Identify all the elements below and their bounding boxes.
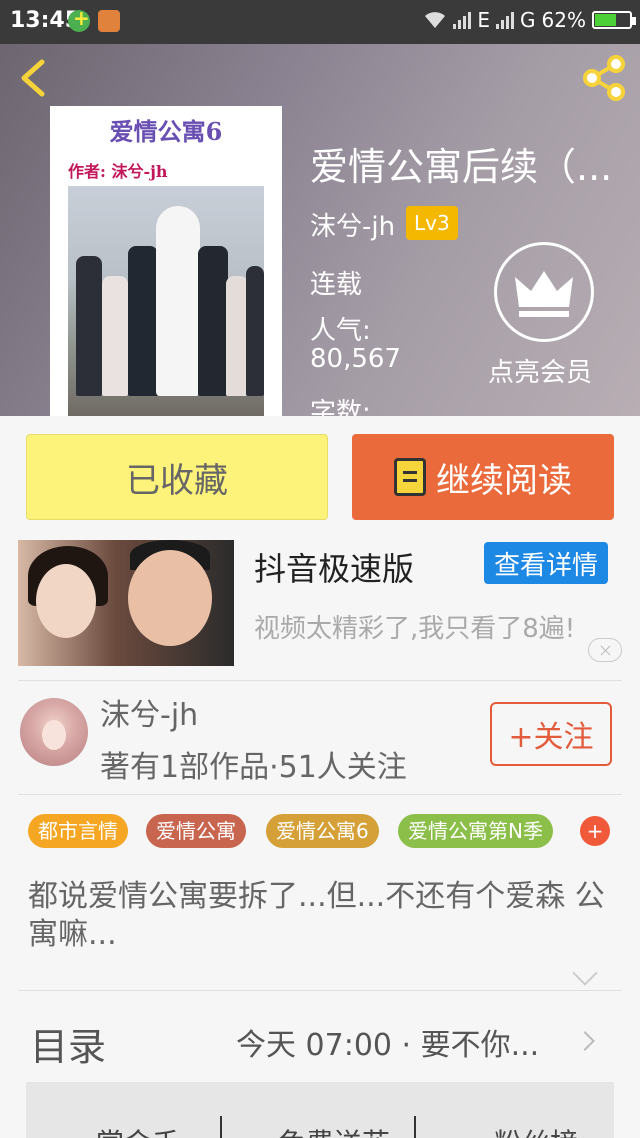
popularity-value: 80,567: [310, 344, 401, 374]
chevron-down-icon[interactable]: [572, 960, 598, 986]
book-header: 爱情公寓6 作者: 沫兮-jh 爱情公寓后续（... 沫兮-jh Lv3 连载 …: [0, 44, 640, 416]
app-notification-icon: [68, 6, 90, 32]
book-intro: 都说爱情公寓要拆了...但...不还有个爱森 公寓嘛...: [28, 879, 605, 952]
battery-percent: 62%: [541, 8, 586, 32]
ad-detail-button[interactable]: 查看详情: [484, 542, 608, 584]
ad-thumbnail[interactable]: [18, 540, 234, 666]
status-indicators: E G 62%: [423, 8, 636, 32]
wordcount-label: 字数:: [310, 398, 371, 416]
tag-chip[interactable]: 都市言情: [28, 814, 128, 848]
app-notification-icon-2: [98, 10, 120, 32]
divider: [18, 990, 622, 991]
bottom-tab[interactable]: 粉丝榜: [494, 1122, 578, 1138]
continue-reading-button[interactable]: 继续阅读: [352, 434, 614, 520]
toc-latest-chapter[interactable]: 今天 07:00 · 要不你...: [236, 1020, 539, 1064]
signal-icon-2: [496, 11, 515, 29]
collected-button[interactable]: 已收藏: [26, 434, 328, 520]
ad-description: 视频太精彩了,我只看了8遍!: [254, 614, 576, 644]
tab-separator: [220, 1116, 222, 1138]
vip-label[interactable]: 点亮会员: [488, 352, 592, 389]
serial-status: 连载: [310, 270, 363, 300]
book-author[interactable]: 沫兮-jh: [310, 206, 395, 243]
wifi-icon: [425, 12, 446, 28]
network-type-2: G: [520, 8, 536, 32]
book-icon: [394, 458, 426, 496]
share-icon[interactable]: [580, 54, 628, 102]
bottom-tab[interactable]: 免费送花: [278, 1122, 390, 1138]
popularity-label: 人气:: [310, 316, 371, 346]
more-tags-button[interactable]: +: [580, 816, 610, 846]
cover-title: 爱情公寓6: [109, 117, 223, 146]
tag-chip[interactable]: 爱情公寓6: [266, 814, 379, 848]
ad-close-icon[interactable]: [588, 638, 622, 662]
crown-icon[interactable]: [494, 242, 594, 342]
ad-title[interactable]: 抖音极速版: [254, 544, 414, 590]
battery-icon: [592, 11, 636, 29]
book-cover[interactable]: 爱情公寓6 作者: 沫兮-jh: [50, 106, 282, 416]
book-detail-content: 已收藏 继续阅读 抖音极速版 查看详情 视频太精彩了,我只看了8遍! 沫兮-jh…: [0, 416, 640, 1138]
follow-button[interactable]: +关注: [490, 702, 612, 766]
collected-label: 已收藏: [126, 460, 228, 501]
toc-label[interactable]: 目录: [30, 1016, 106, 1071]
book-title: 爱情公寓后续（...: [310, 145, 613, 189]
divider: [18, 794, 622, 795]
divider: [18, 680, 622, 681]
continue-reading-label: 继续阅读: [436, 460, 572, 501]
author-avatar[interactable]: [20, 698, 88, 766]
tab-separator: [414, 1116, 416, 1138]
tag-chip[interactable]: 爱情公寓: [146, 814, 246, 848]
cover-author: 作者: 沫兮-jh: [68, 162, 168, 181]
back-icon[interactable]: [16, 58, 56, 98]
network-type-1: E: [477, 8, 491, 32]
author-block-name[interactable]: 沫兮-jh: [100, 690, 198, 734]
bottom-tab[interactable]: 赏金千: [96, 1122, 180, 1138]
author-stats: 著有1部作品·51人关注: [100, 750, 407, 785]
tag-chip[interactable]: 爱情公寓第N季: [398, 814, 553, 848]
cover-photo: [68, 186, 264, 416]
level-badge: Lv3: [406, 206, 458, 240]
follow-label: +关注: [508, 720, 594, 755]
ad-detail-label: 查看详情: [493, 550, 598, 581]
chevron-right-icon[interactable]: [575, 1031, 595, 1051]
battery-fill: [595, 14, 617, 26]
status-bar: 13:45 E G 62%: [0, 0, 640, 44]
signal-icon: [453, 11, 472, 29]
